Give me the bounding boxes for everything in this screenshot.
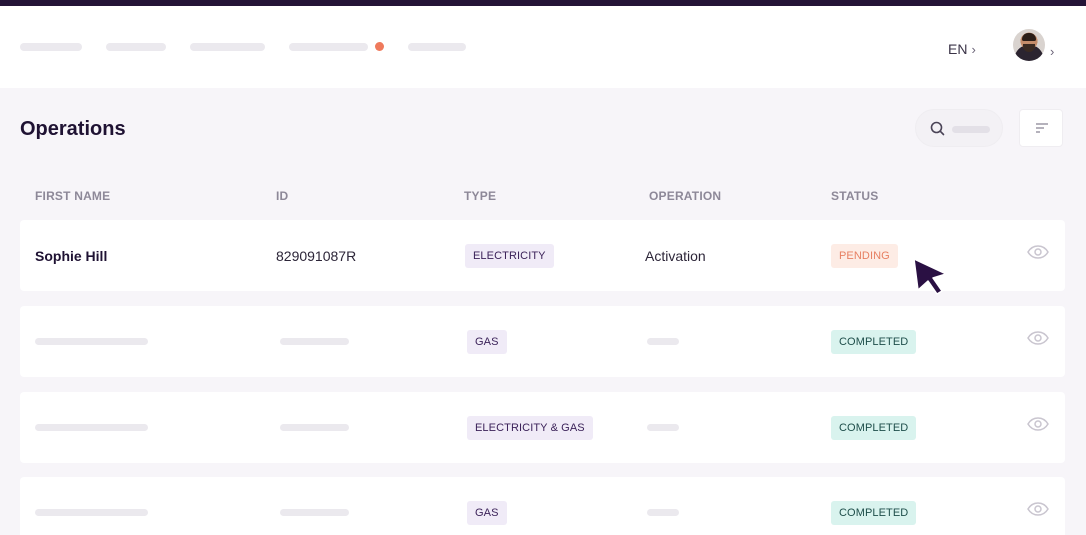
status-badge: COMPLETED: [831, 415, 917, 440]
operation-cell: Activation: [645, 247, 706, 264]
chevron-right-icon: ›: [971, 41, 976, 57]
nav-item-4[interactable]: [289, 43, 368, 51]
type-badge: ELECTRICITY: [465, 243, 554, 268]
column-header-id[interactable]: ID: [276, 189, 288, 203]
eye-icon[interactable]: [1027, 502, 1049, 516]
table-row[interactable]: Sophie Hill 829091087R ELECTRICITY Activ…: [20, 220, 1065, 291]
status-badge: PENDING: [831, 243, 898, 268]
avatar[interactable]: [1013, 29, 1045, 61]
id-placeholder: [280, 424, 349, 431]
column-header-status[interactable]: STATUS: [831, 189, 878, 203]
search-input[interactable]: [915, 109, 1003, 147]
page-title: Operations: [20, 118, 126, 140]
cursor-pointer-icon: [913, 258, 947, 295]
eye-icon[interactable]: [1027, 245, 1049, 259]
nav-item-5[interactable]: [408, 43, 466, 51]
type-badge: GAS: [467, 329, 507, 354]
operation-placeholder: [647, 509, 679, 516]
nav-item-1[interactable]: [20, 43, 82, 51]
eye-icon[interactable]: [1027, 417, 1049, 431]
operation-placeholder: [647, 338, 679, 345]
type-badge: GAS: [467, 500, 507, 525]
status-badge: COMPLETED: [831, 329, 917, 354]
first-name-cell: Sophie Hill: [35, 247, 108, 264]
first-name-placeholder: [35, 338, 148, 345]
first-name-placeholder: [35, 424, 148, 431]
table-row[interactable]: GAS COMPLETED: [20, 477, 1065, 535]
status-badge: COMPLETED: [831, 500, 917, 525]
first-name-placeholder: [35, 509, 148, 516]
chevron-right-icon[interactable]: ›: [1050, 44, 1054, 59]
operation-placeholder: [647, 424, 679, 431]
app-header: EN › ›: [0, 6, 1086, 88]
nav-item-3[interactable]: [190, 43, 265, 51]
nav-item-2[interactable]: [106, 43, 166, 51]
column-header-type[interactable]: TYPE: [464, 189, 496, 203]
language-selector[interactable]: EN ›: [948, 41, 976, 57]
table-row[interactable]: ELECTRICITY & GAS COMPLETED: [20, 392, 1065, 463]
filter-button[interactable]: [1019, 109, 1063, 147]
id-cell: 829091087R: [276, 247, 357, 264]
id-placeholder: [280, 338, 349, 345]
search-icon: [930, 121, 945, 136]
language-label: EN: [948, 41, 968, 57]
type-badge: ELECTRICITY & GAS: [467, 415, 593, 440]
eye-icon[interactable]: [1027, 331, 1049, 345]
column-header-operation[interactable]: OPERATION: [649, 189, 721, 203]
filter-icon: [1036, 123, 1048, 133]
column-header-first-name[interactable]: FIRST NAME: [35, 189, 110, 203]
id-placeholder: [280, 509, 349, 516]
table-row[interactable]: GAS COMPLETED: [20, 306, 1065, 377]
notification-dot: [375, 42, 384, 51]
